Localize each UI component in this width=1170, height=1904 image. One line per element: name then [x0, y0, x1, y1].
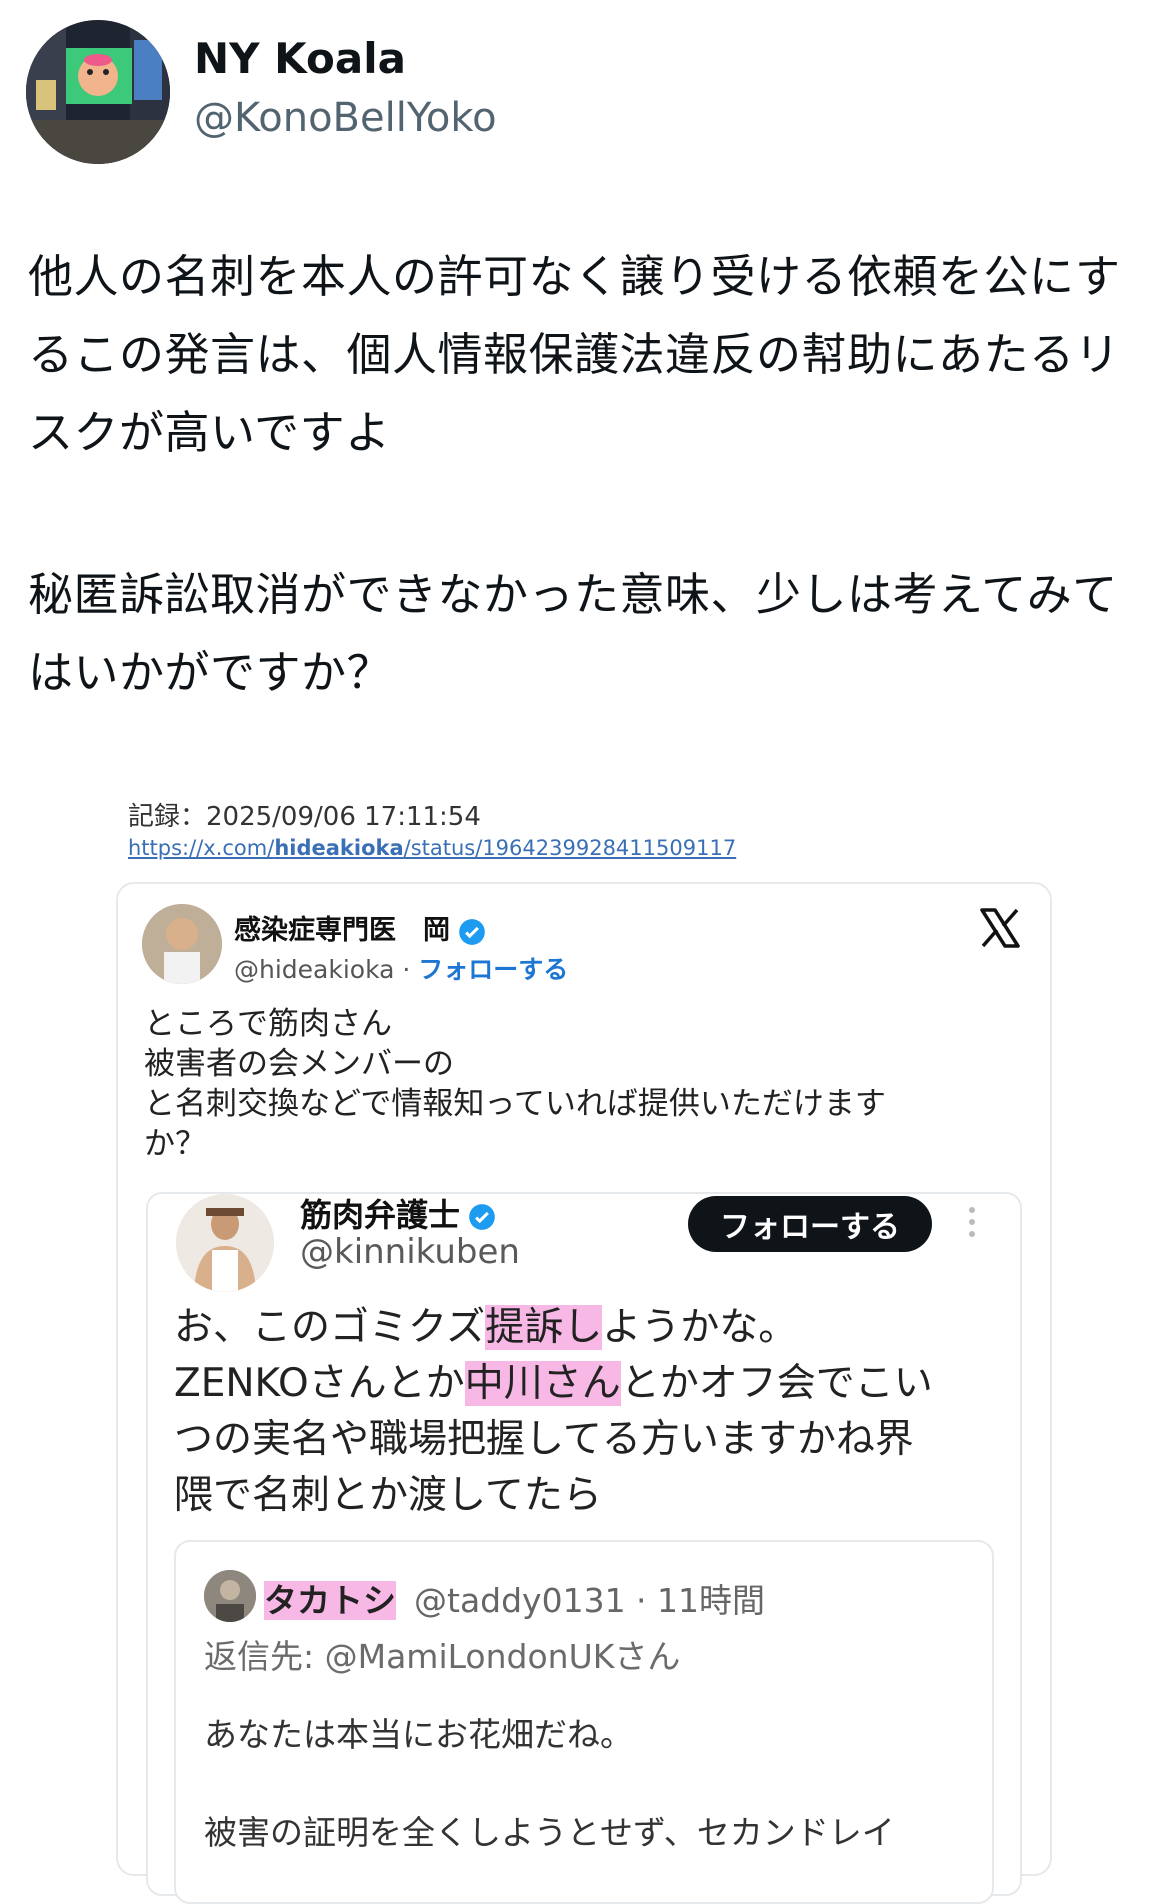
- tweet-text: 他人の名刺を本人の許可なく譲り受ける依頼を公にするこの発言は、個人情報保護法違反…: [28, 238, 1148, 712]
- record-url-link[interactable]: https://x.com/hideakioka/status/19642399…: [128, 836, 736, 860]
- profile-avatar[interactable]: [26, 20, 170, 164]
- hideakioka-name[interactable]: 感染症専門医 岡: [234, 908, 486, 947]
- hideakioka-handle-row: @hideakioka · フォローする: [234, 950, 568, 986]
- url-suffix: /status/1964239928411509117: [403, 836, 737, 860]
- reply-to-line: 返信先: @MamiLondonUKさん: [204, 1637, 681, 1676]
- record-timestamp: 記録：2025/09/06 17:11:54: [128, 802, 481, 832]
- nested-line-2-b: とかオフ会でこい: [620, 1361, 933, 1406]
- vertical-dots-svg: [969, 1207, 975, 1237]
- nested-line-2: ZENKOさんとか中川さんとかオフ会でこい: [174, 1356, 1004, 1412]
- nested-line-2-a: ZENKOさんとか: [174, 1361, 465, 1406]
- highlight-nakagawa: 中川さん: [464, 1361, 621, 1406]
- muscle-person-photo: [176, 1194, 274, 1292]
- quoted-line-2: 被害者の会メンバーの: [144, 1046, 454, 1082]
- follow-link[interactable]: フォローする: [418, 955, 568, 984]
- x-logo-svg: [980, 908, 1020, 948]
- kinnikuben-name-text: 筋肉弁護士: [300, 1196, 461, 1234]
- user-handle[interactable]: @KonoBellYoko: [194, 95, 497, 141]
- quoted-tweet-text: ところで筋肉さん 被害者の会メンバーの と名刺交換などで情報知っていれば提供いた…: [144, 1004, 974, 1164]
- reply-text-1: あなたは本当にお花畑だね。: [204, 1715, 633, 1754]
- nested-line-1: お、このゴミクズ提訴しようかな。: [174, 1300, 1004, 1356]
- x-logo-icon[interactable]: [978, 906, 1022, 950]
- taddy-avatar[interactable]: [204, 1570, 256, 1622]
- quoted-line-3: と名刺交換などで情報知っていれば提供いただけます: [144, 1086, 886, 1122]
- taddy-meta: @taddy0131 · 11時間: [414, 1581, 766, 1620]
- verified-badge-icon: [469, 1204, 495, 1230]
- hideakioka-avatar[interactable]: [142, 904, 222, 984]
- display-name[interactable]: NY Koala: [194, 34, 406, 83]
- separator-dot: ·: [394, 955, 419, 984]
- more-options-icon[interactable]: [962, 1202, 982, 1242]
- kinnikuben-avatar[interactable]: [176, 1194, 274, 1292]
- nested-line-1-a: お、このゴミクズ: [174, 1305, 486, 1350]
- nested-line-4: 隈で名刺とか渡してたら: [174, 1473, 602, 1518]
- taddy-name[interactable]: タカトシ: [264, 1574, 396, 1622]
- quoted-line-1: ところで筋肉さん: [144, 1006, 392, 1042]
- highlight-sue: 提訴し: [485, 1305, 603, 1350]
- quoted-line-4: か？: [144, 1126, 206, 1162]
- tweet-paragraph-2: 秘匿訴訟取消ができなかった意味、少しは考えてみてはいかがですか？: [28, 568, 1118, 699]
- follow-button[interactable]: フォローする: [688, 1196, 932, 1252]
- kinnikuben-handle[interactable]: @kinnikuben: [300, 1232, 520, 1272]
- hideakioka-name-text: 感染症専門医 岡: [234, 915, 450, 946]
- reply-text-2: 被害の証明を全くしようとせず、セカンドレイ: [204, 1813, 895, 1852]
- verified-badge-icon: [459, 918, 485, 945]
- tweet-paragraph-1: 他人の名刺を本人の許可なく譲り受ける依頼を公にするこの発言は、個人情報保護法違反…: [28, 250, 1121, 459]
- person-photo: [204, 1570, 256, 1622]
- hideakioka-handle[interactable]: @hideakioka: [234, 955, 394, 984]
- url-prefix: https://x.com/: [128, 836, 275, 860]
- nested-tweet-text: お、このゴミクズ提訴しようかな。 ZENKOさんとか中川さんとかオフ会でこい つ…: [174, 1300, 1004, 1524]
- kinnikuben-name[interactable]: 筋肉弁護士: [300, 1190, 496, 1236]
- nested-line-1-b: ようかな。: [602, 1305, 798, 1350]
- person-photo: [142, 904, 222, 984]
- url-user: hideakioka: [274, 836, 404, 860]
- times-square-photo: [26, 20, 170, 164]
- nested-line-3: つの実名や職場把握してる方いますかね界: [174, 1417, 914, 1462]
- taddy-name-text: タカトシ: [264, 1581, 396, 1620]
